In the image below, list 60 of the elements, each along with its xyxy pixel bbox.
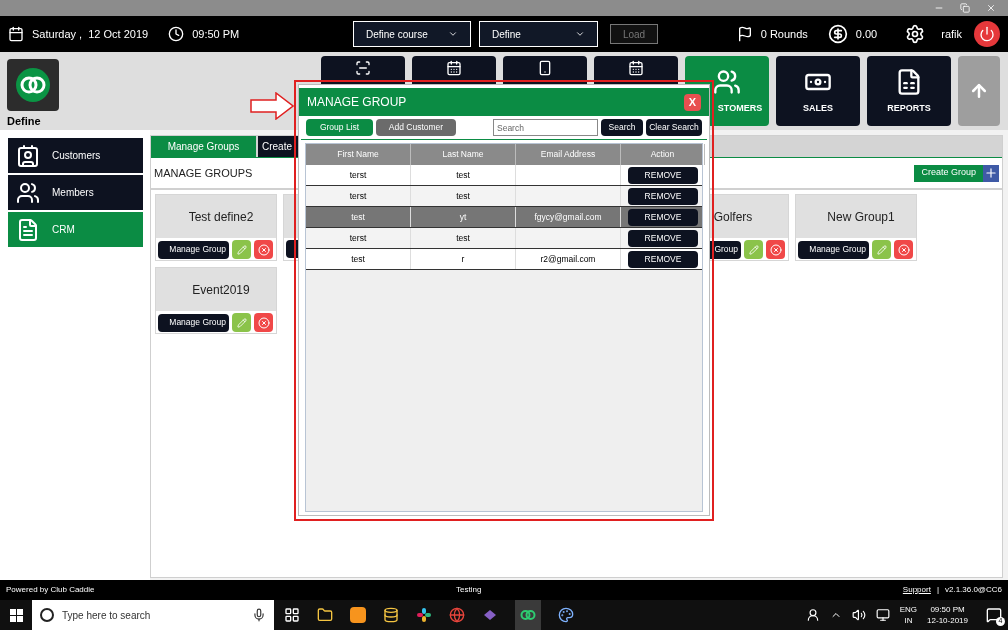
table-cell: yt — [411, 207, 516, 227]
support-link[interactable]: Support — [902, 584, 931, 596]
table-cell: test — [306, 207, 411, 227]
table-cell: r — [411, 249, 516, 269]
table-cell: fgycy@gmail.com — [516, 207, 621, 227]
manage-group-button[interactable]: Manage Group — [798, 240, 869, 259]
remove-button[interactable]: REMOVE — [628, 208, 698, 226]
tab[interactable]: Manage Groups — [151, 136, 256, 157]
language-text[interactable]: ENG — [899, 604, 918, 615]
rounds-text: 0 Rounds — [760, 26, 808, 42]
search-button[interactable]: Search — [601, 119, 643, 136]
table-cell: terst — [306, 186, 411, 206]
date-text: Saturday , 12 Oct 2019 — [32, 26, 149, 42]
table-row[interactable]: terst test REMOVE — [306, 186, 702, 207]
remove-button[interactable]: REMOVE — [628, 250, 698, 268]
balance-text: 0.00 — [855, 26, 878, 42]
course-select[interactable]: Define course — [353, 21, 471, 47]
table-cell: r2@gmail.com — [516, 249, 621, 269]
close-button[interactable]: X — [684, 93, 701, 111]
table-cell: terst — [306, 228, 411, 248]
brand-name: Define — [7, 114, 42, 129]
manage-group-button[interactable]: Manage Group — [158, 240, 229, 259]
table-row[interactable]: test yt fgycy@gmail.com REMOVE — [306, 207, 702, 228]
add-customer-button[interactable]: Add Customer — [376, 119, 456, 136]
clear-search-button[interactable]: Clear Search — [646, 119, 702, 136]
nav-tile[interactable]: SALES — [776, 56, 860, 126]
table-cell: test — [411, 165, 516, 185]
group-title: Event2019 — [156, 268, 276, 311]
powered-by-text: Powered by Club Caddie — [6, 584, 96, 596]
group-title: Test define2 — [156, 195, 276, 238]
environment-text: Testing — [456, 584, 482, 596]
remove-button[interactable]: REMOVE — [628, 166, 698, 184]
separator-text: | — [936, 584, 939, 596]
define-select[interactable]: Define — [479, 21, 598, 47]
version-text: v2.1.36.0@CC6 — [944, 584, 1002, 596]
region-text[interactable]: IN — [904, 615, 913, 626]
search-field[interactable]: Search — [493, 119, 598, 136]
section-title: MANAGE GROUPS — [154, 165, 253, 181]
table-row[interactable]: test r r2@gmail.com REMOVE — [306, 249, 702, 270]
table-cell: terst — [306, 165, 411, 185]
table-row[interactable]: terst test REMOVE — [306, 165, 702, 186]
table-row[interactable]: terst test REMOVE — [306, 228, 702, 249]
nav-tile[interactable]: REPORTS — [867, 56, 951, 126]
group-title: New Group1 — [796, 195, 916, 238]
dialog-title: MANAGE GROUP — [307, 94, 407, 111]
time-text: 09:50 PM — [192, 26, 240, 42]
remove-button[interactable]: REMOVE — [628, 187, 698, 205]
sidebar-item[interactable]: CRM — [8, 212, 143, 247]
sidebar-item[interactable]: Customers — [8, 138, 143, 173]
taskbar-search-field[interactable]: Type here to search — [32, 600, 274, 630]
table-cell: test — [411, 186, 516, 206]
group-list-button[interactable]: Group List — [306, 119, 373, 136]
manage-group-button[interactable]: Manage Group — [158, 313, 229, 332]
remove-button[interactable]: REMOVE — [628, 229, 698, 247]
sidebar-item[interactable]: Members — [8, 175, 143, 210]
clock-time[interactable]: 09:50 PM — [930, 604, 965, 615]
user-name: rafik — [941, 26, 962, 42]
clock-date[interactable]: 12-10-2019 — [927, 615, 968, 626]
table-cell: test — [411, 228, 516, 248]
table-cell: test — [306, 249, 411, 269]
